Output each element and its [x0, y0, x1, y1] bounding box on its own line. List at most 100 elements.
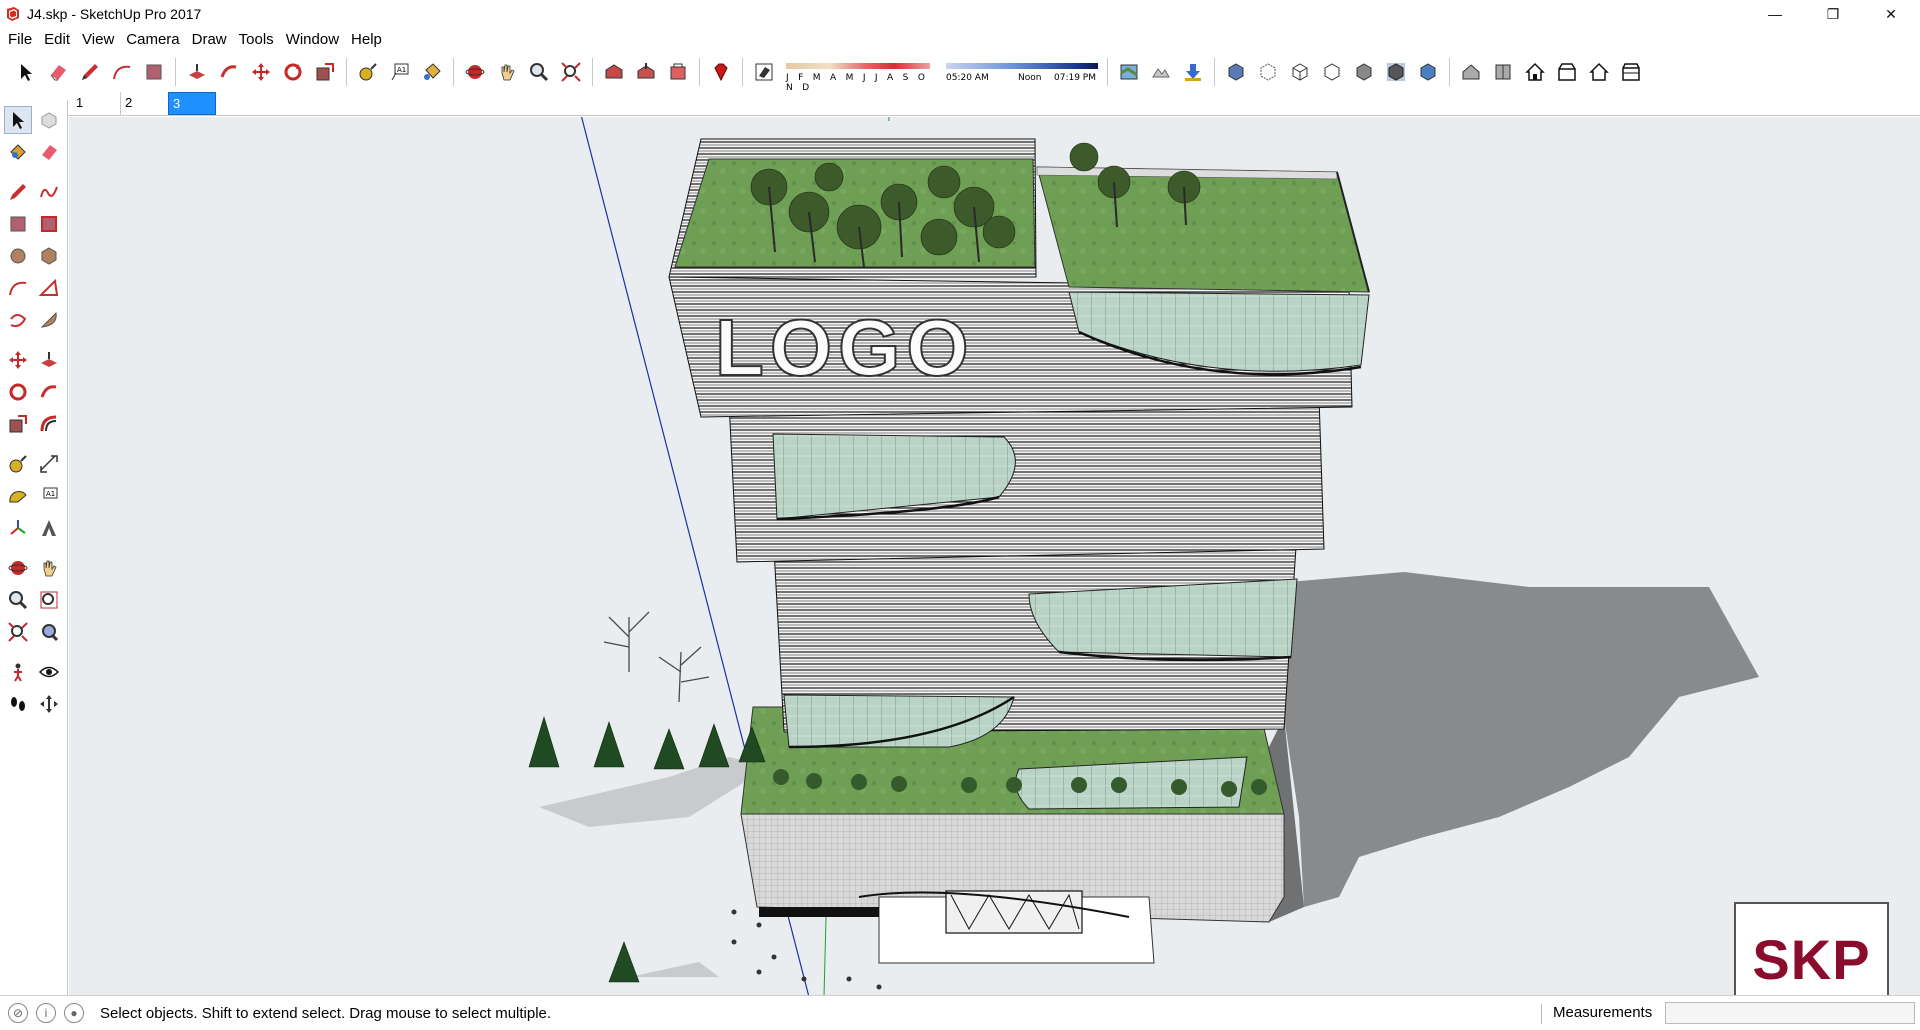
- get-photo-texture-button[interactable]: [1179, 58, 1207, 86]
- left-follow-me-tool[interactable]: [35, 378, 63, 406]
- left-polygon-tool[interactable]: [35, 242, 63, 270]
- left-zoom-window-tool[interactable]: [35, 586, 63, 614]
- left-zoom-tool[interactable]: [4, 586, 32, 614]
- style-shaded-textures-button[interactable]: [1382, 58, 1410, 86]
- shadows-toggle-button[interactable]: [750, 58, 778, 86]
- left-3point-arc-tool[interactable]: [4, 306, 32, 334]
- shadow-time-slider[interactable]: 05:20 AM Noon 07:19 PM: [946, 57, 1098, 87]
- left-dimension-tool[interactable]: [35, 450, 63, 478]
- back-view-button[interactable]: [1585, 58, 1613, 86]
- left-pie-tool[interactable]: [35, 306, 63, 334]
- left-pan-tool[interactable]: [35, 554, 63, 582]
- menu-file[interactable]: File: [2, 28, 38, 52]
- left-push-pull-tool[interactable]: [35, 346, 63, 374]
- orbit-button[interactable]: [461, 58, 489, 86]
- move-tool-button[interactable]: [247, 58, 275, 86]
- shape-tool-button[interactable]: [140, 58, 168, 86]
- paint-bucket-button[interactable]: [418, 58, 446, 86]
- left-arc-tool[interactable]: [4, 274, 32, 302]
- ruby-console-button[interactable]: [707, 58, 735, 86]
- extension-warehouse-button[interactable]: [664, 58, 692, 86]
- left-3d-text-tool[interactable]: [35, 514, 63, 542]
- left-position-camera-tool[interactable]: [4, 658, 32, 686]
- measurements-input[interactable]: [1665, 1002, 1915, 1024]
- left-scale-tool[interactable]: [4, 410, 32, 438]
- pan-button[interactable]: [493, 58, 521, 86]
- menu-camera[interactable]: Camera: [120, 28, 185, 52]
- shadow-date-slider[interactable]: J F M A M J J A S O N D 05:20 AM Noon 07…: [784, 57, 1098, 93]
- left-circle-tool[interactable]: [4, 242, 32, 270]
- left-walk-tool[interactable]: [4, 690, 32, 718]
- left-make-component-tool[interactable]: [35, 106, 63, 134]
- left-rotated-rectangle-tool[interactable]: [35, 210, 63, 238]
- model-viewport[interactable]: LOGO: [69, 117, 1920, 995]
- geolocation-icon[interactable]: ⊘: [8, 1003, 28, 1023]
- follow-me-button[interactable]: [215, 58, 243, 86]
- zoom-extents-button[interactable]: [557, 58, 585, 86]
- left-offset-tool[interactable]: [35, 410, 63, 438]
- zoom-button[interactable]: [525, 58, 553, 86]
- front-view-button[interactable]: [1521, 58, 1549, 86]
- scene-tab-3[interactable]: 3: [168, 92, 216, 115]
- arc-tool-button[interactable]: [108, 58, 136, 86]
- style-xray-button[interactable]: [1222, 58, 1250, 86]
- add-location-button[interactable]: [1115, 58, 1143, 86]
- menu-draw[interactable]: Draw: [186, 28, 233, 52]
- left-move-tool[interactable]: [4, 346, 32, 374]
- left-orbit-tool[interactable]: [4, 554, 32, 582]
- scale-icon: [316, 63, 334, 81]
- right-view-button[interactable]: [1553, 58, 1581, 86]
- 3d-warehouse-button[interactable]: [600, 58, 628, 86]
- left-axes-tool[interactable]: [4, 514, 32, 542]
- push-pull-button[interactable]: [183, 58, 211, 86]
- menu-window[interactable]: Window: [280, 28, 345, 52]
- tape-measure-button[interactable]: [354, 58, 382, 86]
- menu-edit[interactable]: Edit: [38, 28, 76, 52]
- style-hidden-line-button[interactable]: [1318, 58, 1346, 86]
- scene-tab-1[interactable]: 1: [72, 92, 120, 115]
- share-model-button[interactable]: [632, 58, 660, 86]
- menu-view[interactable]: View: [76, 28, 120, 52]
- left-tape-measure-tool[interactable]: [4, 450, 32, 478]
- left-view-button[interactable]: [1617, 58, 1645, 86]
- minimize-button[interactable]: —: [1746, 0, 1804, 28]
- left-zoom-extents-tool[interactable]: [4, 618, 32, 646]
- left-freehand-tool[interactable]: [35, 178, 63, 206]
- style-back-edges-button[interactable]: [1254, 58, 1282, 86]
- left-section-plane-tool[interactable]: [35, 690, 63, 718]
- circle-icon: [10, 248, 26, 264]
- scene-tab-2[interactable]: 2: [120, 92, 168, 115]
- user-account-icon[interactable]: ●: [64, 1003, 84, 1023]
- top-view-button[interactable]: [1489, 58, 1517, 86]
- left-protractor-tool[interactable]: [4, 482, 32, 510]
- info-icon[interactable]: i: [36, 1003, 56, 1023]
- extension-icon: [670, 63, 686, 80]
- style-monochrome-button[interactable]: [1414, 58, 1442, 86]
- select-tool-button[interactable]: [12, 58, 40, 86]
- left-previous-view-tool[interactable]: [35, 618, 63, 646]
- menu-tools[interactable]: Tools: [233, 28, 280, 52]
- style-wireframe-button[interactable]: [1286, 58, 1314, 86]
- rotate-tool-button[interactable]: [279, 58, 307, 86]
- left-eraser-tool[interactable]: [35, 138, 63, 166]
- shadow-time-end: 07:19 PM: [1054, 73, 1096, 83]
- left-select-tool[interactable]: [4, 106, 32, 134]
- iso-view-button[interactable]: [1457, 58, 1485, 86]
- left-2point-arc-tool[interactable]: [35, 274, 63, 302]
- left-rotate-tool[interactable]: [4, 378, 32, 406]
- left-paint-bucket-tool[interactable]: [4, 138, 32, 166]
- close-button[interactable]: ✕: [1862, 0, 1920, 28]
- menu-help[interactable]: Help: [345, 28, 388, 52]
- style-shaded-button[interactable]: [1350, 58, 1378, 86]
- left-look-around-tool[interactable]: [35, 658, 63, 686]
- left-text-tool[interactable]: A1: [35, 482, 63, 510]
- text-tool-button[interactable]: A1: [386, 58, 414, 86]
- restore-button[interactable]: ❐: [1804, 0, 1862, 28]
- left-line-tool[interactable]: [4, 178, 32, 206]
- large-tool-set: A1: [0, 100, 68, 995]
- scale-tool-button[interactable]: [311, 58, 339, 86]
- eraser-tool-button[interactable]: [44, 58, 72, 86]
- pencil-tool-button[interactable]: [76, 58, 104, 86]
- toggle-terrain-button[interactable]: [1147, 58, 1175, 86]
- left-rectangle-tool[interactable]: [4, 210, 32, 238]
